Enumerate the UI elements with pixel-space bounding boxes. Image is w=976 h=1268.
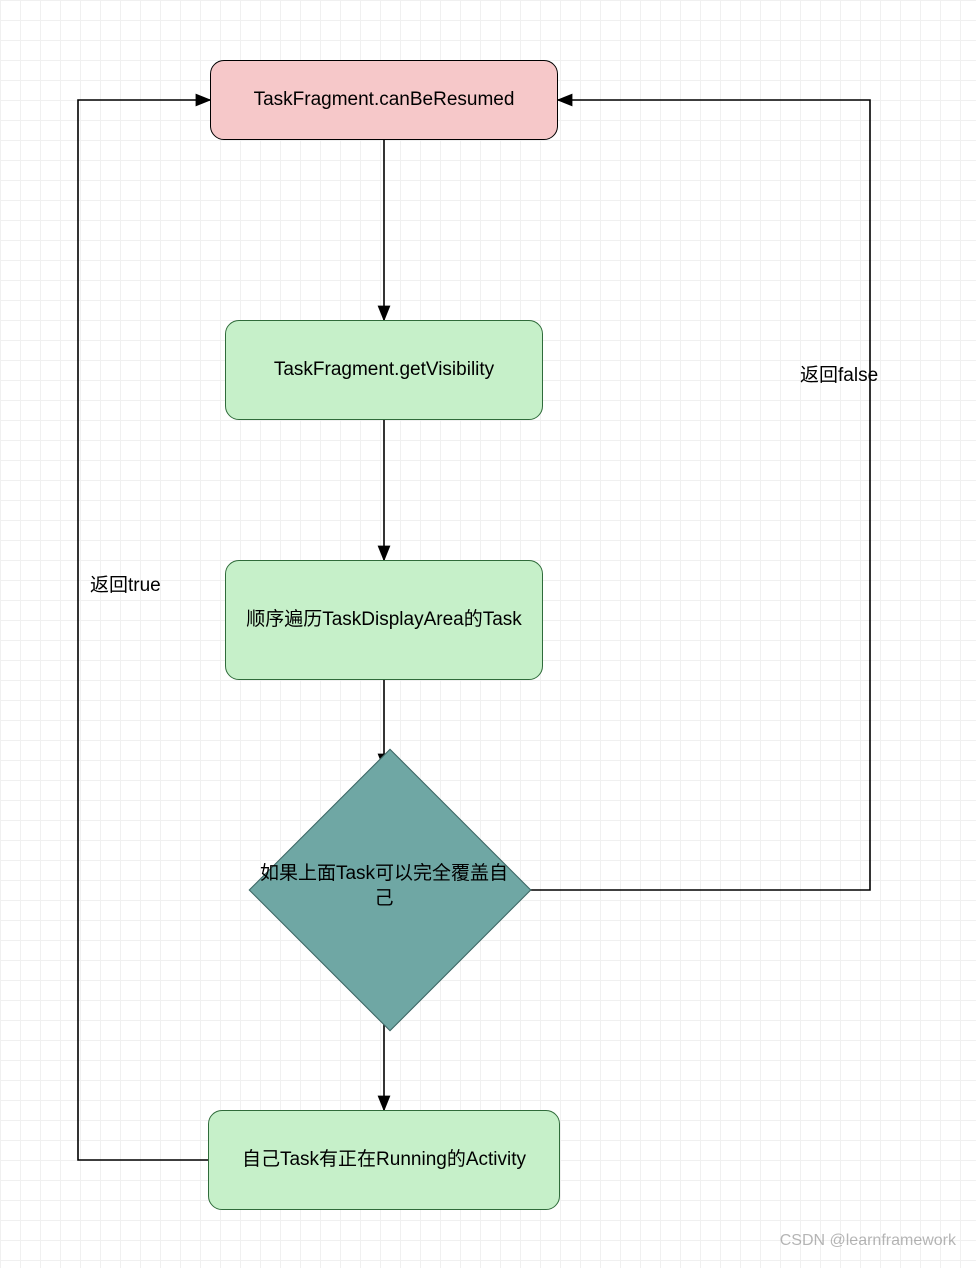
node-can-be-resumed: TaskFragment.canBeResumed bbox=[210, 60, 558, 140]
node-label: TaskFragment.canBeResumed bbox=[254, 88, 515, 113]
edge-label-return-false: 返回false bbox=[800, 360, 878, 387]
edge-label-return-true: 返回true bbox=[90, 570, 161, 597]
node-label: TaskFragment.getVisibility bbox=[274, 358, 494, 383]
node-iterate-tasks: 顺序遍历TaskDisplayArea的Task bbox=[225, 560, 543, 680]
node-decision-label: 如果上面Task可以完全覆盖自己 bbox=[254, 862, 514, 911]
node-label: 自己Task有正在Running的Activity bbox=[242, 1148, 526, 1173]
watermark-text: CSDN @learnframework bbox=[780, 1232, 956, 1250]
node-label: 顺序遍历TaskDisplayArea的Task bbox=[246, 608, 522, 633]
node-get-visibility: TaskFragment.getVisibility bbox=[225, 320, 543, 420]
node-running-activity: 自己Task有正在Running的Activity bbox=[208, 1110, 560, 1210]
